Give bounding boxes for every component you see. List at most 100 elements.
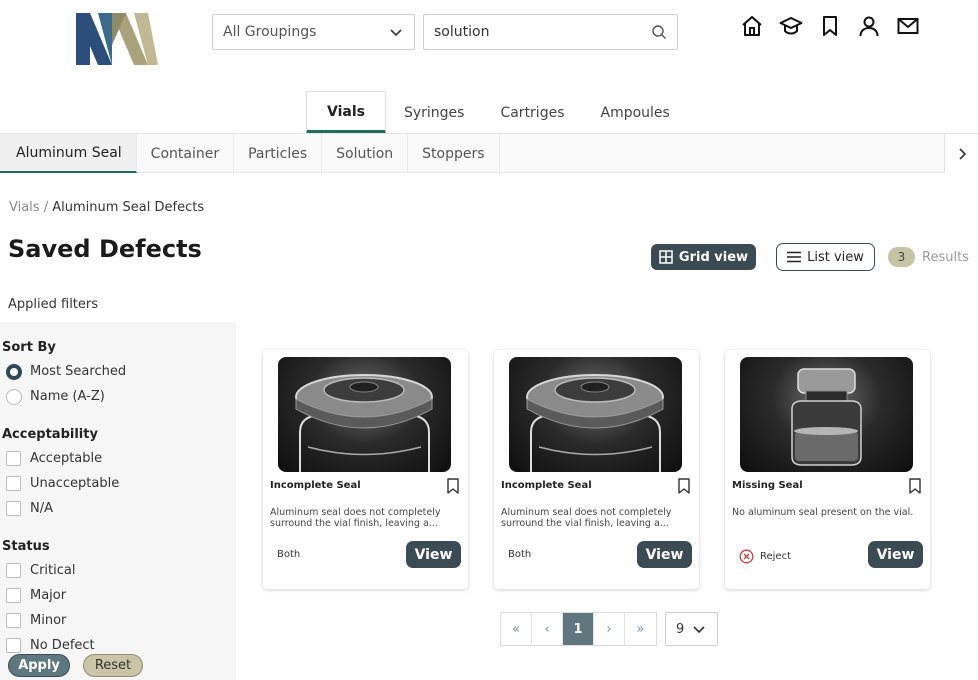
next-page-button[interactable]: › <box>594 613 625 645</box>
search-input[interactable]: solution <box>423 14 678 50</box>
radio-checked[interactable] <box>6 363 22 380</box>
home-icon[interactable] <box>740 14 764 38</box>
grouping-select[interactable]: All Groupings <box>212 14 415 50</box>
card-scope: Both <box>508 549 531 560</box>
tab-syringes[interactable]: Syringes <box>386 91 482 134</box>
filter-label: Unacceptable <box>30 476 120 491</box>
grid-icon <box>659 250 673 264</box>
grid-view-button[interactable]: Grid view <box>651 244 756 270</box>
checkbox[interactable] <box>6 451 21 466</box>
header-icon-bar <box>740 14 920 38</box>
tab-aluminum-seal[interactable]: Aluminum Seal <box>0 134 137 173</box>
status-title: Status <box>2 539 50 554</box>
filter-unacceptable[interactable]: Unacceptable <box>2 471 236 496</box>
tab-ampoules[interactable]: Ampoules <box>583 91 688 134</box>
card-title: Missing Seal <box>732 480 803 491</box>
view-button[interactable]: View <box>406 541 461 568</box>
first-page-button[interactable]: « <box>501 613 532 645</box>
tab-particles[interactable]: Particles <box>234 134 323 173</box>
card-scope-label: Reject <box>760 551 792 562</box>
breadcrumb-current: Aluminum Seal Defects <box>52 200 205 215</box>
vial-seal-illustration <box>526 374 664 472</box>
filter-label: Acceptable <box>30 451 103 466</box>
vial-seal-image[interactable] <box>509 357 682 472</box>
filter-minor[interactable]: Minor <box>2 608 236 633</box>
tab-solution[interactable]: Solution <box>322 134 409 173</box>
tab-stoppers[interactable]: Stoppers <box>408 134 500 173</box>
checkbox[interactable] <box>6 588 21 603</box>
chevron-down-icon <box>390 29 402 37</box>
filter-label: Minor <box>30 613 67 628</box>
bookmark-icon[interactable] <box>677 478 691 494</box>
mail-icon[interactable] <box>896 14 920 38</box>
user-icon[interactable] <box>857 14 881 38</box>
page-title: Saved Defects <box>8 235 202 263</box>
per-page-value: 9 <box>676 621 685 637</box>
filter-panel: Sort By Most Searched Name (A-Z) Accepta… <box>0 322 236 680</box>
chevron-down-icon <box>693 626 705 634</box>
card-description: No aluminum seal present on the vial. <box>732 507 914 518</box>
acceptability-title: Acceptability <box>2 427 98 442</box>
category-tabs: Vials Syringes Cartriges Ampoules <box>306 91 688 134</box>
list-view-button[interactable]: List view <box>776 243 875 271</box>
applied-filters-label: Applied filters <box>8 297 99 312</box>
view-button[interactable]: View <box>868 541 923 568</box>
sort-option-most-searched[interactable]: Most Searched <box>2 359 236 384</box>
results-label: Results <box>922 249 969 265</box>
radio[interactable] <box>6 388 22 405</box>
prev-page-button[interactable]: ‹ <box>532 613 563 645</box>
vial-image[interactable] <box>740 357 913 472</box>
search-icon[interactable] <box>651 24 667 40</box>
card-title: Incomplete Seal <box>501 480 592 491</box>
apply-button[interactable]: Apply <box>8 654 70 677</box>
breadcrumb-root[interactable]: Vials <box>9 200 40 215</box>
chevron-right-icon <box>958 147 966 160</box>
checkbox[interactable] <box>6 501 21 516</box>
filter-major[interactable]: Major <box>2 583 236 608</box>
bookmark-icon[interactable] <box>908 478 922 494</box>
filter-acceptable[interactable]: Acceptable <box>2 446 236 471</box>
vial-illustration <box>791 368 862 466</box>
card-scope-label: Both <box>277 549 301 560</box>
per-page-select[interactable]: 9 <box>665 612 718 646</box>
defect-card[interactable]: Incomplete Seal Aluminum seal does not c… <box>263 350 468 589</box>
search-input-value: solution <box>434 24 490 40</box>
filter-label: N/A <box>30 501 53 516</box>
last-page-button[interactable]: » <box>625 613 656 645</box>
brand-logo[interactable] <box>76 13 158 65</box>
tabs-scroll-next-button[interactable] <box>944 134 978 173</box>
bookmark-icon[interactable] <box>818 14 842 38</box>
bookmark-icon[interactable] <box>446 478 460 494</box>
vial-seal-image[interactable] <box>278 357 451 472</box>
checkbox[interactable] <box>6 563 21 578</box>
tab-container[interactable]: Container <box>137 134 235 173</box>
filter-actions: Apply Reset <box>8 654 143 677</box>
tab-vials[interactable]: Vials <box>306 91 386 134</box>
grid-view-label: Grid view <box>678 249 749 265</box>
card-description: Aluminum seal does not completely surrou… <box>501 507 672 529</box>
filter-label: No Defect <box>30 638 95 653</box>
view-button[interactable]: View <box>637 541 692 568</box>
current-page-button[interactable]: 1 <box>563 613 594 645</box>
sort-option-name[interactable]: Name (A-Z) <box>2 384 236 409</box>
reset-button[interactable]: Reset <box>83 654 143 677</box>
sort-by-title: Sort By <box>2 340 56 355</box>
checkbox[interactable] <box>6 476 21 491</box>
grouping-select-value: All Groupings <box>223 24 317 40</box>
card-scope: Reject <box>739 549 791 564</box>
breadcrumb-separator: / <box>43 200 49 215</box>
card-scope-label: Both <box>508 549 532 560</box>
checkbox[interactable] <box>6 638 21 653</box>
filter-critical[interactable]: Critical <box>2 558 236 583</box>
defect-card[interactable]: Incomplete Seal Aluminum seal does not c… <box>494 350 699 589</box>
vial-seal-illustration <box>295 374 433 472</box>
defect-card[interactable]: Missing Seal No aluminum seal present on… <box>725 350 930 589</box>
pagination: « ‹ 1 › » <box>500 612 657 646</box>
tab-cartriges[interactable]: Cartriges <box>482 91 582 134</box>
graduation-cap-icon[interactable] <box>779 14 803 38</box>
sort-option-label: Most Searched <box>30 364 127 379</box>
filter-na[interactable]: N/A <box>2 496 236 521</box>
checkbox[interactable] <box>6 613 21 628</box>
filter-label: Major <box>30 588 67 603</box>
card-title: Incomplete Seal <box>270 480 361 491</box>
